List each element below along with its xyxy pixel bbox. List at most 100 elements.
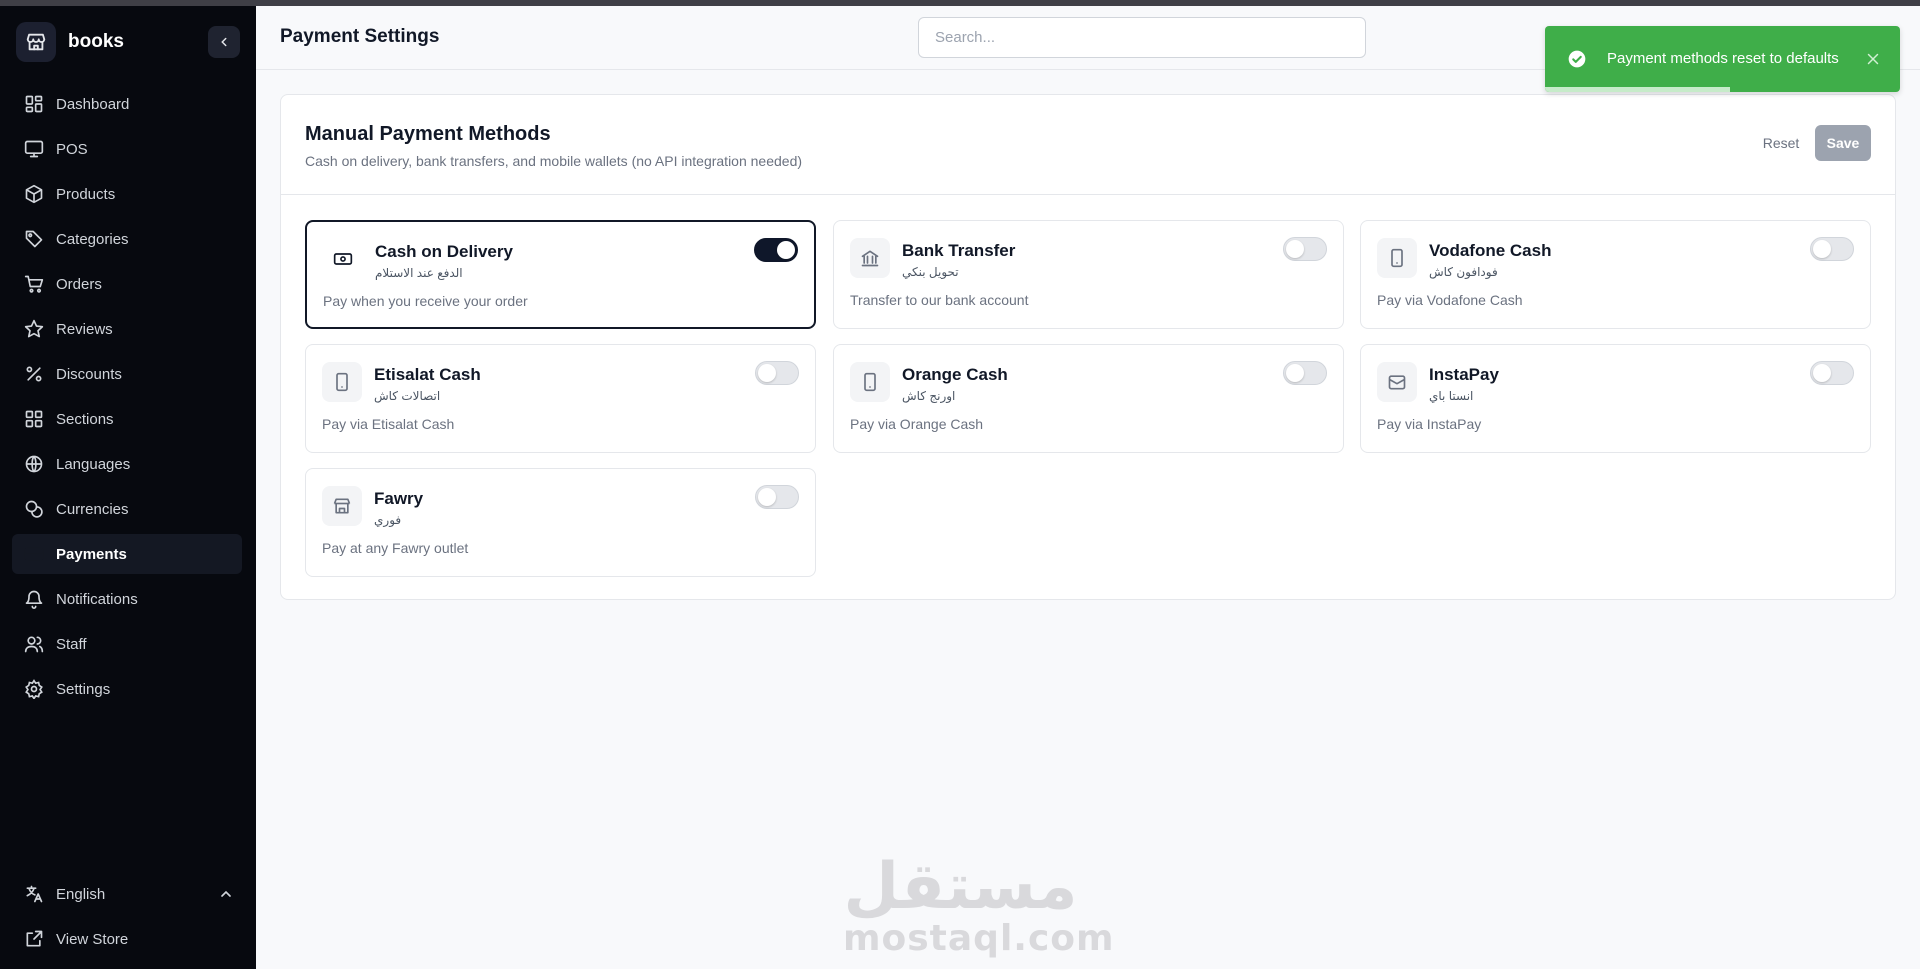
method-name: Fawry [374, 489, 424, 508]
toggle-switch[interactable] [755, 361, 799, 385]
sidebar-item-label: Sections [56, 410, 114, 428]
method-name-arabic: اورنج كاش [902, 389, 956, 403]
store-icon [322, 486, 362, 526]
manual-payment-methods-card: Manual Payment Methods Cash on delivery,… [280, 94, 1896, 600]
watermark-latin: mostaql.com [843, 918, 1115, 959]
sidebar-item-label: Languages [56, 455, 131, 473]
chevron-up-icon [221, 890, 231, 897]
toggle-knob [1286, 240, 1304, 258]
method-description: Pay when you receive your order [323, 293, 528, 309]
bell-icon [25, 590, 43, 609]
toggle-switch[interactable] [754, 238, 798, 262]
toggle-switch[interactable] [755, 485, 799, 509]
toggle-knob [1813, 364, 1831, 382]
tag-icon [25, 230, 43, 248]
sidebar-item-pos[interactable]: POS [12, 129, 242, 169]
payment-method-orange-cash[interactable]: Orange Cash اورنج كاش Pay via Orange Cas… [833, 344, 1344, 453]
payment-method-fawry[interactable]: Fawry فوري Pay at any Fawry outlet [305, 468, 816, 577]
coins-icon [25, 500, 43, 518]
card-header: Manual Payment Methods Cash on delivery,… [281, 95, 1895, 195]
wallet-icon [1377, 362, 1417, 402]
smartphone-icon [1377, 238, 1417, 278]
method-name-arabic: فودافون كاش [1429, 265, 1498, 279]
sidebar-item-payments[interactable]: Payments [12, 534, 242, 574]
method-description: Pay via Etisalat Cash [322, 416, 455, 432]
sidebar-item-label: Dashboard [56, 95, 130, 113]
sidebar-item-categories[interactable]: Categories [12, 219, 242, 259]
credit-card-icon [24, 547, 44, 561]
method-name: Bank Transfer [902, 241, 1016, 260]
payment-method-bank-transfer[interactable]: Bank Transfer تحويل بنكي Transfer to our… [833, 220, 1344, 329]
toggle-switch[interactable] [1283, 361, 1327, 385]
smartphone-icon [322, 362, 362, 402]
globe-icon [25, 455, 43, 473]
check-circle-icon [1568, 50, 1586, 68]
sidebar-item-label: Categories [56, 230, 129, 248]
sidebar-item-notifications[interactable]: Notifications [12, 579, 242, 619]
sidebar-item-currencies[interactable]: Currencies [12, 489, 242, 529]
method-name-arabic: تحويل بنكي [902, 265, 959, 279]
reset-button[interactable]: Reset [1751, 125, 1811, 161]
banknote-icon [323, 239, 363, 279]
brand[interactable]: books [16, 22, 240, 62]
toast-message: Payment methods reset to defaults [1607, 50, 1839, 67]
users-icon [24, 636, 44, 653]
sidebar: books Dashboard POS Products Categories … [0, 6, 256, 969]
dashboard-icon [25, 95, 43, 113]
package-icon [25, 184, 43, 204]
payment-method-vodafone-cash[interactable]: Vodafone Cash فودافون كاش Pay via Vodafo… [1360, 220, 1871, 329]
sidebar-item-products[interactable]: Products [12, 174, 242, 214]
method-name-arabic: الدفع عند الاستلام [375, 266, 463, 280]
sidebar-nav: Dashboard POS Products Categories Orders… [12, 84, 242, 714]
view-store-label: View Store [56, 930, 129, 948]
sidebar-item-orders[interactable]: Orders [12, 264, 242, 304]
method-name-arabic: انستا باي [1429, 389, 1474, 403]
method-description: Pay via Orange Cash [850, 416, 984, 432]
payment-method-cash-on-delivery[interactable]: Cash on Delivery الدفع عند الاستلام Pay … [305, 220, 816, 329]
method-name-arabic: فوري [374, 513, 402, 527]
toggle-knob [758, 364, 776, 382]
method-name: Cash on Delivery [375, 242, 513, 261]
payment-method-etisalat-cash[interactable]: Etisalat Cash اتصالات كاش Pay via Etisal… [305, 344, 816, 453]
method-description: Pay via InstaPay [1377, 416, 1482, 432]
toggle-switch[interactable] [1283, 237, 1327, 261]
sidebar-item-reviews[interactable]: Reviews [12, 309, 242, 349]
cart-icon [24, 275, 44, 293]
close-icon[interactable] [1864, 50, 1882, 68]
smartphone-icon [850, 362, 890, 402]
card-subtitle: Cash on delivery, bank transfers, and mo… [305, 153, 803, 169]
bank-icon [850, 238, 890, 278]
save-button[interactable]: Save [1815, 125, 1871, 161]
toggle-knob [1813, 240, 1831, 258]
sidebar-footer: English View Store [12, 869, 242, 959]
sidebar-item-discounts[interactable]: Discounts [12, 354, 242, 394]
toggle-switch[interactable] [1810, 237, 1854, 261]
method-name: InstaPay [1429, 365, 1499, 384]
sidebar-item-label: Settings [56, 680, 111, 698]
toggle-knob [1286, 364, 1304, 382]
payment-method-instapay[interactable]: InstaPay انستا باي Pay via InstaPay [1360, 344, 1871, 453]
sidebar-item-dashboard[interactable]: Dashboard [12, 84, 242, 124]
sidebar-item-staff[interactable]: Staff [12, 624, 242, 664]
external-link-icon [26, 930, 43, 947]
collapse-sidebar-button[interactable] [208, 26, 240, 58]
toggle-knob [777, 241, 795, 259]
sidebar-item-label: Products [56, 185, 116, 203]
sidebar-item-languages[interactable]: Languages [12, 444, 242, 484]
watermark-arabic: مستقل [843, 850, 1078, 924]
method-description: Pay via Vodafone Cash [1377, 292, 1523, 308]
grid-icon [25, 410, 43, 428]
sidebar-item-settings[interactable]: Settings [12, 669, 242, 709]
toggle-switch[interactable] [1810, 361, 1854, 385]
percent-icon [26, 366, 42, 382]
search-input[interactable] [918, 17, 1366, 58]
toggle-knob [758, 488, 776, 506]
card-title: Manual Payment Methods [305, 123, 551, 145]
sidebar-item-label: Currencies [56, 500, 129, 518]
sidebar-item-sections[interactable]: Sections [12, 399, 242, 439]
view-store-link[interactable]: View Store [12, 919, 242, 959]
method-name: Orange Cash [902, 365, 1008, 384]
language-switcher[interactable]: English [12, 874, 242, 914]
sidebar-item-label: Payments [56, 545, 127, 563]
store-icon [16, 22, 56, 62]
